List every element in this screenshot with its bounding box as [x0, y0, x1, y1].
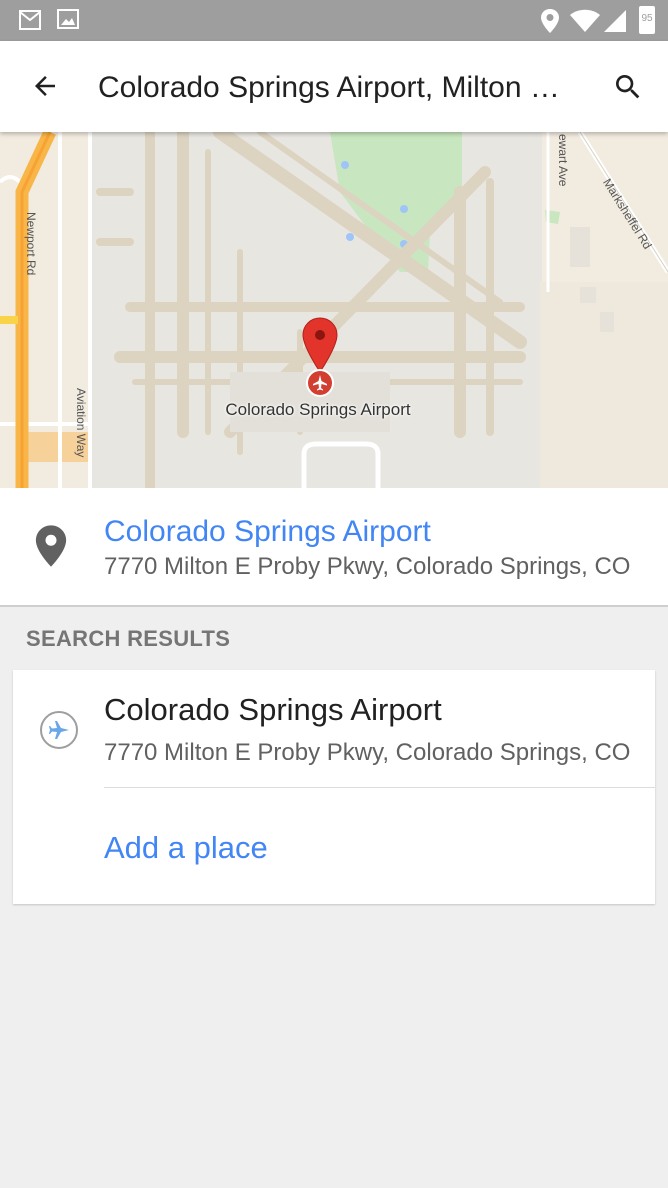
wifi-icon — [570, 9, 600, 32]
airport-poi-icon — [306, 369, 334, 397]
airport-icon — [40, 711, 78, 749]
arrow-back-icon — [35, 76, 55, 96]
back-button[interactable] — [22, 63, 68, 109]
place-name[interactable]: Colorado Springs Airport — [104, 515, 431, 549]
image-icon — [57, 9, 79, 29]
search-icon — [616, 75, 640, 99]
search-results-header: SEARCH RESULTS — [26, 626, 231, 651]
status-bar: 95 — [0, 0, 668, 41]
result-address: 7770 Milton E Proby Pkwy, Colorado Sprin… — [104, 739, 631, 766]
map-marker-icon[interactable] — [302, 317, 338, 373]
street-label-stewart: ewart Ave — [556, 134, 570, 187]
location-pin-icon — [35, 525, 67, 567]
signal-icon — [604, 10, 626, 32]
place-address: 7770 Milton E Proby Pkwy, Colorado Sprin… — [104, 553, 631, 580]
divider — [104, 787, 655, 788]
street-label-aviation: Aviation Way — [74, 388, 88, 458]
search-button[interactable] — [604, 63, 652, 111]
map-marker-label: Colorado Springs Airport — [225, 400, 411, 419]
result-name: Colorado Springs Airport — [104, 692, 442, 727]
place-card[interactable]: Colorado Springs Airport 7770 Milton E P… — [0, 488, 668, 607]
page-title: Colorado Springs Airport, Milton E Proby… — [98, 71, 578, 104]
search-result-item[interactable]: Colorado Springs Airport 7770 Milton E P… — [13, 670, 655, 787]
map-view[interactable]: Newport Rd Aviation Way ewart Ave Marksh… — [0, 132, 668, 488]
search-results-card: Colorado Springs Airport 7770 Milton E P… — [13, 670, 655, 904]
battery-level: 95 — [641, 13, 653, 24]
app-bar: Colorado Springs Airport, Milton E Proby… — [0, 41, 668, 132]
location-icon — [541, 9, 559, 33]
gmail-icon — [19, 10, 41, 30]
street-label-newport: Newport Rd — [24, 212, 38, 276]
battery-icon: 95 — [639, 6, 655, 34]
add-place-link[interactable]: Add a place — [104, 830, 268, 866]
